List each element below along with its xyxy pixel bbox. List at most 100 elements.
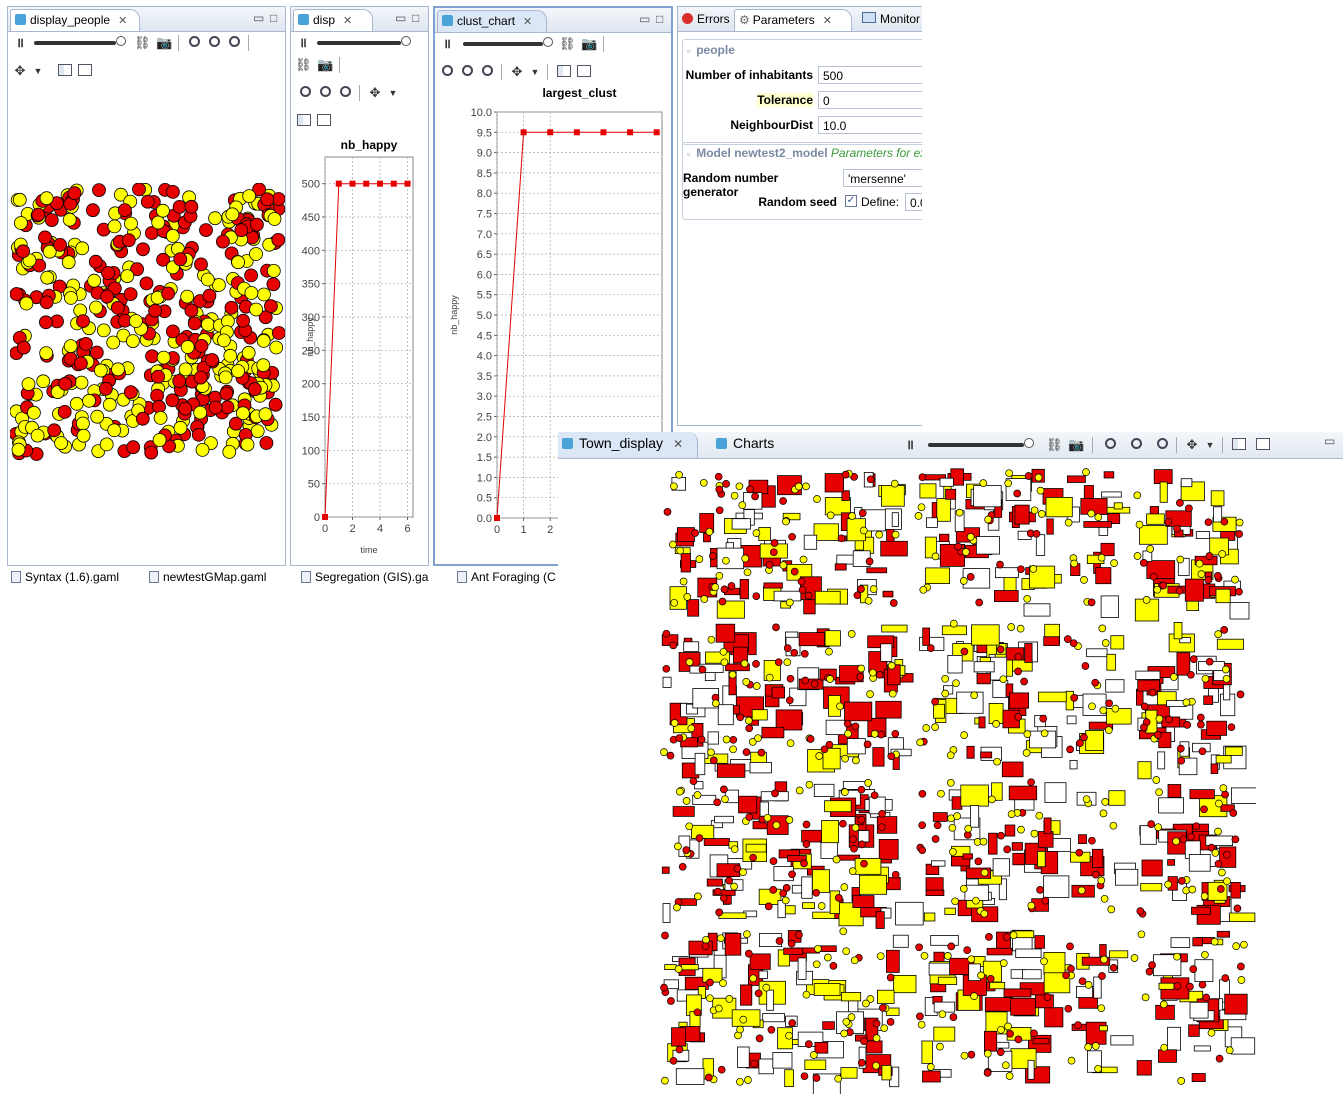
- neighbourdist-field[interactable]: 10.0: [818, 116, 922, 134]
- person-agent: [120, 269, 135, 283]
- person-agent: [715, 908, 724, 917]
- person-agent: [738, 501, 747, 509]
- minimize-icon[interactable]: ▭: [395, 11, 406, 25]
- zoom-out-icon[interactable]: [337, 85, 353, 101]
- y-tick-label: 6.0: [477, 269, 492, 281]
- zoom-fit-icon[interactable]: [1128, 437, 1144, 453]
- person-agent: [1137, 930, 1146, 939]
- overlay-icon[interactable]: [317, 114, 331, 126]
- agent-icon[interactable]: ✥: [1184, 437, 1200, 453]
- pause-icon[interactable]: ॥: [902, 437, 918, 453]
- file-tab[interactable]: Segregation (GIS).ga: [301, 570, 428, 584]
- layers-icon[interactable]: [1232, 438, 1246, 450]
- speed-slider[interactable]: [317, 41, 401, 45]
- seed-field[interactable]: 0.0: [905, 193, 922, 211]
- seed-define-checkbox[interactable]: ✓: [845, 195, 857, 207]
- person-agent: [1034, 473, 1043, 482]
- pause-icon[interactable]: ॥: [12, 35, 28, 51]
- agent-icon[interactable]: ✥: [12, 63, 28, 79]
- chevron-down-icon[interactable]: ▼: [385, 85, 401, 101]
- layers-icon[interactable]: [58, 64, 72, 76]
- tab-charts[interactable]: Charts: [716, 435, 774, 451]
- tab-display-people[interactable]: display_people ✕: [10, 9, 140, 31]
- maximize-icon[interactable]: □: [412, 11, 419, 25]
- link-icon[interactable]: ⛓: [1046, 437, 1063, 453]
- overlay-icon[interactable]: [78, 64, 92, 76]
- camera-icon[interactable]: 📷: [581, 36, 597, 52]
- x-tick-label: 0: [322, 523, 328, 535]
- zoom-fit-icon[interactable]: [459, 64, 475, 80]
- minimize-icon[interactable]: ▭: [639, 12, 650, 26]
- agent-icon[interactable]: ✥: [509, 64, 525, 80]
- link-icon[interactable]: ⛓: [559, 36, 576, 52]
- link-icon[interactable]: ⛓: [134, 35, 151, 51]
- overlay-icon[interactable]: [577, 65, 591, 77]
- close-icon[interactable]: ✕: [343, 15, 352, 27]
- speed-slider[interactable]: [34, 41, 116, 45]
- tab-town-display[interactable]: Town_display ✕: [558, 432, 698, 458]
- minimize-icon[interactable]: ▭: [1324, 434, 1335, 448]
- section-header[interactable]: ▫ Model newtest2_model Parameters for ex: [687, 146, 922, 164]
- pause-icon[interactable]: ॥: [439, 36, 455, 52]
- zoom-in-icon[interactable]: [439, 64, 455, 80]
- zoom-out-icon[interactable]: [226, 35, 242, 51]
- close-icon[interactable]: ✕: [523, 16, 532, 28]
- speed-slider-knob[interactable]: [1024, 438, 1034, 448]
- building: [969, 805, 980, 828]
- close-icon[interactable]: ✕: [823, 15, 832, 27]
- person-agent: [695, 834, 704, 842]
- minimize-icon[interactable]: ▭: [253, 11, 264, 25]
- person-agent: [76, 314, 90, 329]
- tab-disp[interactable]: disp ✕: [293, 9, 373, 31]
- chevron-down-icon[interactable]: ▼: [1202, 437, 1218, 453]
- zoom-in-icon[interactable]: [186, 35, 202, 51]
- person-agent: [999, 959, 1008, 967]
- agent-icon[interactable]: ✥: [367, 85, 383, 101]
- file-tab[interactable]: Ant Foraging (C: [457, 570, 556, 584]
- person-agent: [193, 405, 208, 420]
- section-header[interactable]: ▫ people: [687, 43, 735, 61]
- zoom-out-icon[interactable]: [479, 64, 495, 80]
- tab-monitor[interactable]: Monitor: [862, 12, 920, 26]
- camera-icon[interactable]: 📷: [317, 57, 333, 73]
- tab-errors[interactable]: Errors: [682, 12, 730, 26]
- tolerance-field[interactable]: 0: [818, 91, 922, 109]
- speed-slider-knob[interactable]: [543, 37, 553, 47]
- overlay-icon[interactable]: [1256, 438, 1270, 450]
- speed-slider-knob[interactable]: [116, 36, 126, 46]
- tab-clust-chart[interactable]: clust_chart ✕: [437, 10, 547, 32]
- zoom-fit-icon[interactable]: [206, 35, 222, 51]
- maximize-icon[interactable]: □: [656, 12, 663, 26]
- close-icon[interactable]: ✕: [118, 15, 127, 27]
- rng-select[interactable]: 'mersenne': [843, 169, 922, 187]
- person-agent: [949, 1013, 958, 1021]
- link-icon[interactable]: ⛓: [295, 57, 312, 73]
- chevron-down-icon[interactable]: ▼: [30, 63, 46, 79]
- maximize-icon[interactable]: □: [270, 11, 277, 25]
- file-tab[interactable]: Syntax (1.6).gaml: [11, 570, 119, 584]
- y-tick-label: 3.5: [477, 371, 492, 383]
- person-agent: [826, 675, 834, 683]
- layers-icon[interactable]: [557, 65, 571, 77]
- person-agent: [951, 897, 959, 906]
- file-tab[interactable]: newtestGMap.gaml: [149, 570, 266, 584]
- speed-slider[interactable]: [928, 443, 1024, 447]
- inhabitants-field[interactable]: 500: [818, 66, 922, 84]
- person-agent: [1066, 942, 1074, 951]
- person-agent: [249, 302, 264, 317]
- close-icon[interactable]: ✕: [673, 437, 683, 451]
- building: [971, 624, 1000, 646]
- zoom-in-icon[interactable]: [297, 85, 313, 101]
- zoom-fit-icon[interactable]: [317, 85, 333, 101]
- speed-slider[interactable]: [463, 42, 543, 46]
- tab-parameters[interactable]: ⚙ Parameters ✕: [734, 9, 852, 31]
- building: [749, 761, 772, 774]
- speed-slider-knob[interactable]: [401, 36, 411, 46]
- chevron-down-icon[interactable]: ▼: [527, 64, 543, 80]
- zoom-out-icon[interactable]: [1154, 437, 1170, 453]
- camera-icon[interactable]: 📷: [1068, 437, 1084, 453]
- camera-icon[interactable]: 📷: [156, 35, 172, 51]
- pause-icon[interactable]: ॥: [295, 35, 311, 51]
- layers-icon[interactable]: [297, 114, 311, 126]
- zoom-in-icon[interactable]: [1102, 437, 1118, 453]
